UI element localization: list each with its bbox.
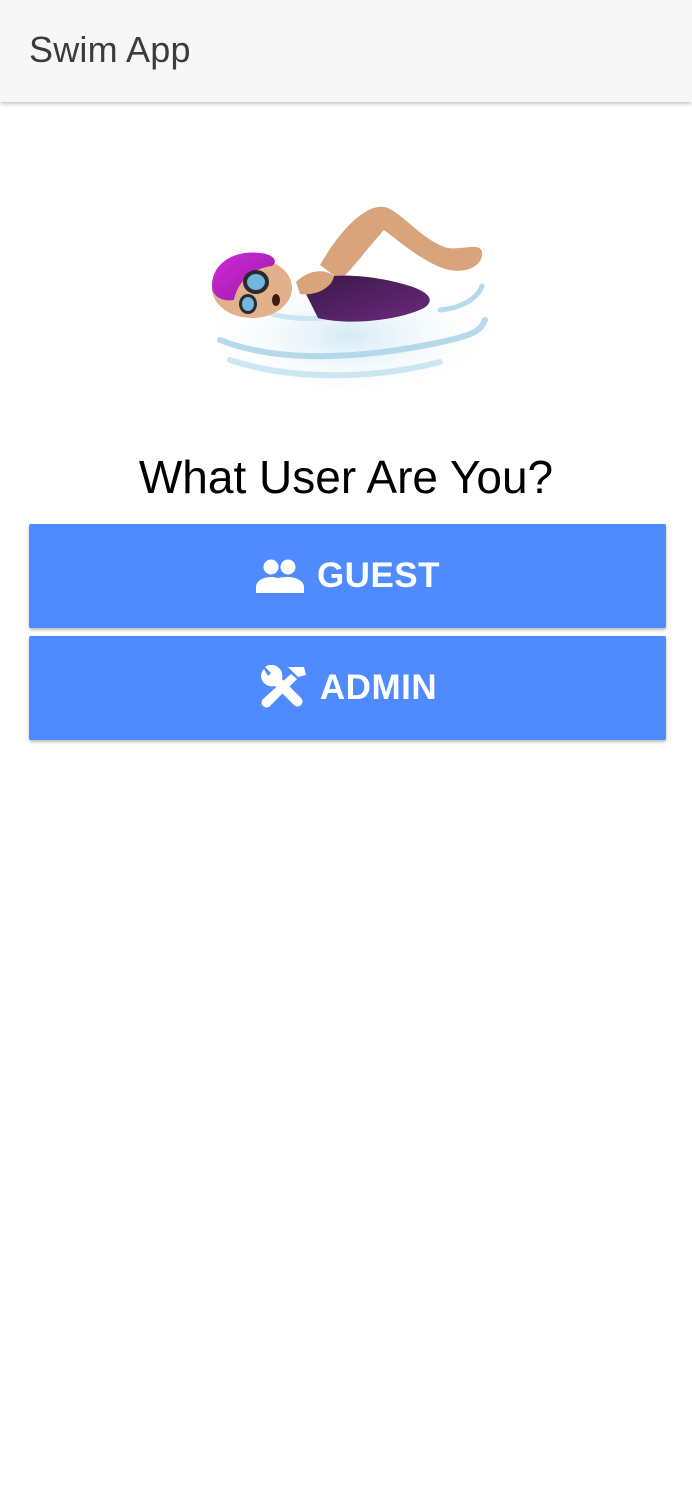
tools-icon	[258, 665, 308, 710]
app-root: Swim App What User Are You? GUEST ADMIN	[0, 0, 692, 1504]
people-icon	[255, 554, 305, 598]
swimmer-emoji-icon	[200, 190, 500, 410]
admin-button[interactable]: ADMIN	[29, 636, 666, 740]
guest-button[interactable]: GUEST	[29, 524, 666, 628]
user-type-question: What User Are You?	[138, 451, 554, 503]
admin-button-label: ADMIN	[319, 668, 438, 707]
app-bar: Swim App	[0, 0, 692, 102]
app-title: Swim App	[29, 29, 191, 70]
guest-button-label: GUEST	[316, 556, 441, 595]
